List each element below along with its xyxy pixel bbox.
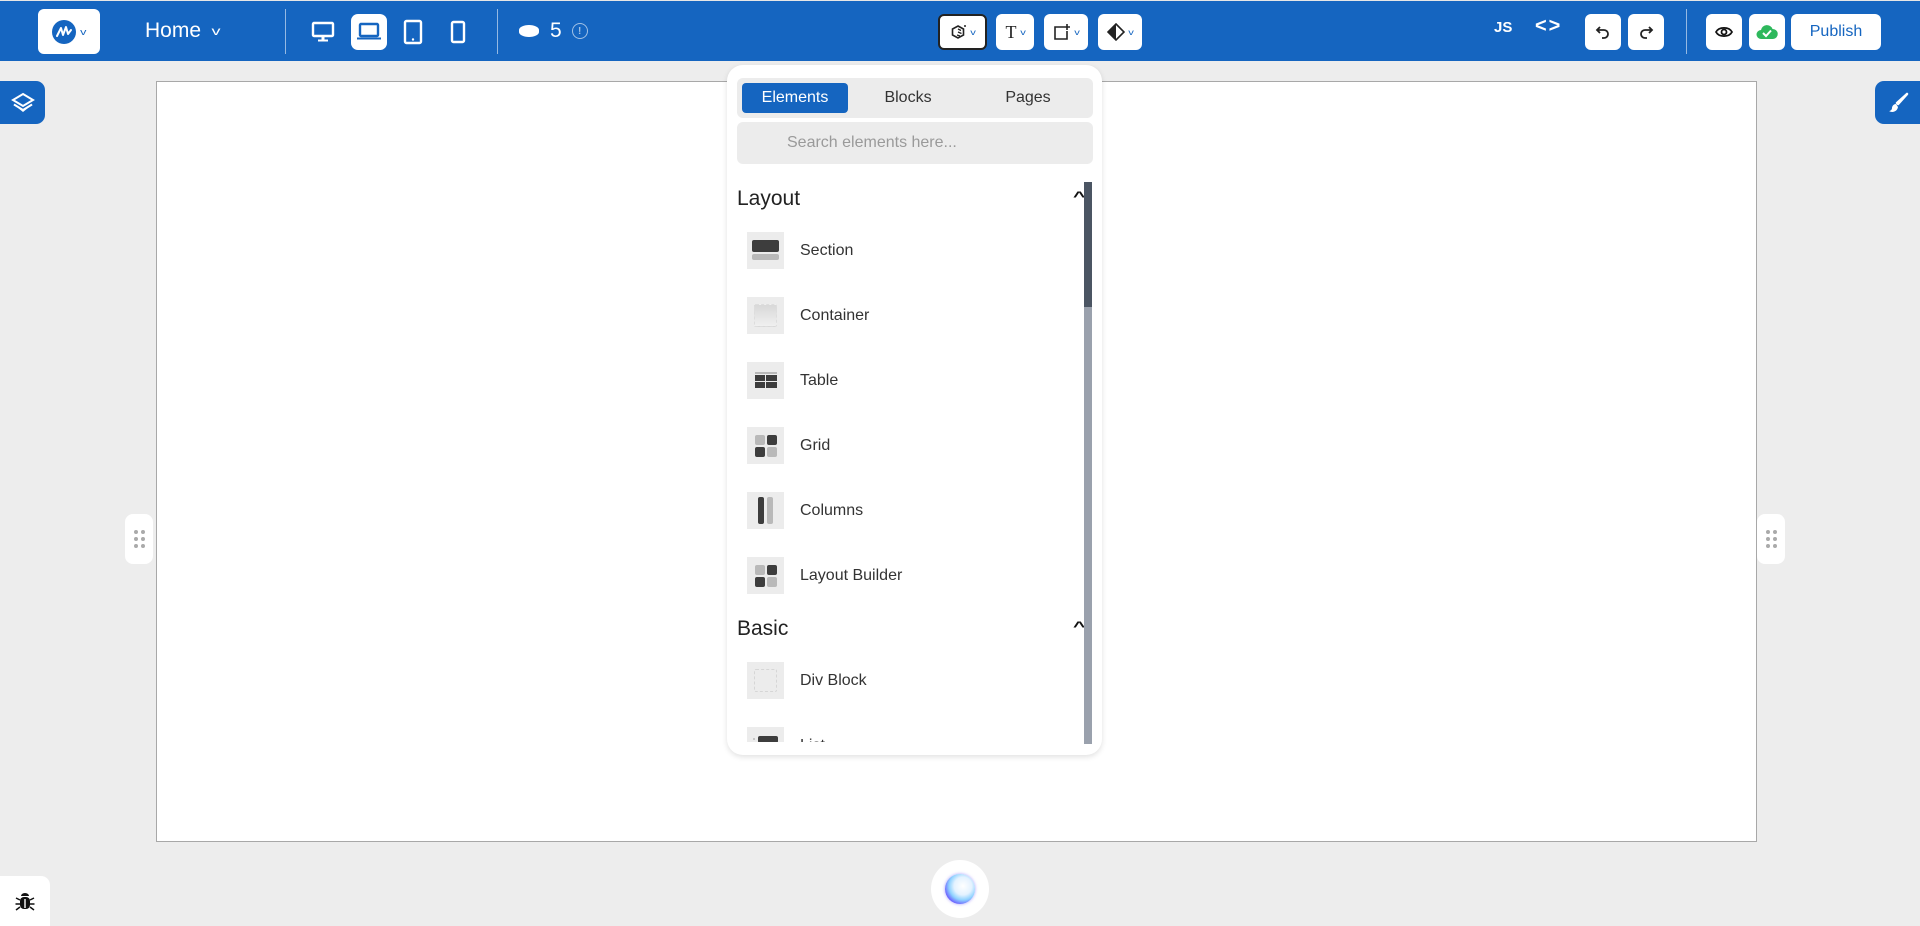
undo-button[interactable] <box>1585 14 1621 50</box>
element-item-columns[interactable]: Columns <box>737 478 1093 543</box>
ai-assistant-button[interactable] <box>931 860 989 918</box>
divider <box>497 9 498 54</box>
tab-blocks[interactable]: Blocks <box>848 83 968 113</box>
page-selector[interactable]: Home v <box>145 15 221 47</box>
element-item-layout-builder[interactable]: Layout Builder <box>737 543 1093 608</box>
divider <box>285 9 286 54</box>
div-block-icon <box>747 662 784 699</box>
element-label: Layout Builder <box>800 566 903 584</box>
tab-elements[interactable]: Elements <box>742 83 848 113</box>
element-item-div-block[interactable]: Div Block <box>737 648 1093 713</box>
bug-icon <box>15 893 35 911</box>
ai-assistant-orb-icon <box>945 874 975 904</box>
scrollbar-thumb[interactable] <box>1084 182 1092 307</box>
brand-logo-icon <box>52 19 77 44</box>
device-laptop-button[interactable] <box>351 14 387 50</box>
table-icon <box>747 362 784 399</box>
desktop-icon <box>311 21 335 42</box>
chevron-down-icon: v <box>1074 27 1080 37</box>
device-desktop-button[interactable] <box>305 14 341 50</box>
add-elements-tool-button[interactable]: v <box>938 14 987 50</box>
debug-button[interactable] <box>0 876 50 926</box>
js-label: JS <box>1494 19 1513 36</box>
contrast-icon <box>1107 23 1125 41</box>
list-icon <box>747 727 784 742</box>
top-toolbar: v Home v 5 ! v T v v v JS <> Publish <box>0 0 1920 61</box>
element-label: Columns <box>800 501 864 519</box>
element-label: Section <box>800 241 854 259</box>
laptop-icon <box>357 22 381 40</box>
search-elements-input[interactable] <box>737 122 1093 164</box>
layers-icon <box>10 92 35 112</box>
section-basic-header[interactable]: Basic ^ <box>737 610 1093 648</box>
redo-button[interactable] <box>1628 14 1664 50</box>
credits-indicator[interactable]: 5 ! <box>518 15 588 47</box>
chevron-down-icon: v <box>211 24 221 38</box>
layout-builder-icon <box>747 557 784 594</box>
style-panel-button[interactable] <box>1875 81 1920 124</box>
brand-menu-button[interactable]: v <box>38 9 100 54</box>
undo-icon <box>1595 26 1609 39</box>
element-label: List <box>800 737 825 743</box>
publish-label: Publish <box>1809 23 1863 40</box>
cloud-check-icon <box>1756 25 1778 39</box>
layers-panel-button[interactable] <box>0 81 45 124</box>
mobile-icon <box>450 20 466 44</box>
element-item-container[interactable]: Container <box>737 283 1093 348</box>
code-editor-button[interactable]: <> <box>1535 15 1562 38</box>
container-icon <box>747 297 784 334</box>
color-tool-button[interactable]: v <box>1098 14 1142 50</box>
section-title: Layout <box>737 187 801 210</box>
element-item-grid[interactable]: Grid <box>737 413 1093 478</box>
chevron-down-icon: v <box>1128 27 1134 37</box>
save-status-button[interactable] <box>1749 14 1785 50</box>
add-shape-icon <box>1054 24 1070 40</box>
credits-count: 5 <box>550 19 562 42</box>
section-icon <box>747 232 784 269</box>
elements-list: Layout ^ Section Container Table Grid Co… <box>737 180 1093 742</box>
element-label: Div Block <box>800 671 867 689</box>
add-elements-panel: Elements Blocks Pages Layout ^ Section C… <box>727 65 1102 755</box>
chevron-down-icon: v <box>1019 27 1026 37</box>
divider <box>1686 9 1687 54</box>
preview-button[interactable] <box>1706 14 1742 50</box>
device-tablet-button[interactable] <box>395 14 431 50</box>
element-label: Table <box>800 371 839 389</box>
redo-icon <box>1640 26 1654 39</box>
section-layout-header[interactable]: Layout ^ <box>737 180 1093 218</box>
eye-icon <box>1715 26 1733 38</box>
section-title: Basic <box>737 617 789 640</box>
text-icon: T <box>1005 21 1017 42</box>
chevron-down-icon: v <box>969 27 976 37</box>
panel-scrollbar[interactable] <box>1084 182 1092 744</box>
code-icon: <> <box>1535 15 1563 37</box>
columns-icon <box>747 492 784 529</box>
canvas-resize-handle-left[interactable] <box>125 514 153 564</box>
publish-button[interactable]: Publish <box>1791 14 1881 50</box>
info-icon[interactable]: ! <box>571 23 588 39</box>
grid-icon <box>747 427 784 464</box>
panel-tabs: Elements Blocks Pages <box>737 78 1093 118</box>
element-item-section[interactable]: Section <box>737 218 1093 283</box>
paintbrush-icon <box>1888 92 1908 112</box>
element-label: Grid <box>800 436 831 454</box>
element-label: Container <box>800 306 870 324</box>
add-shape-tool-button[interactable]: v <box>1044 14 1088 50</box>
canvas-resize-handle-right[interactable] <box>1757 514 1785 564</box>
element-item-list[interactable]: List <box>737 713 1093 742</box>
elements-icon <box>951 25 966 39</box>
device-mobile-button[interactable] <box>440 14 476 50</box>
chevron-down-icon: v <box>80 26 87 37</box>
typography-tool-button[interactable]: T v <box>996 14 1034 50</box>
coin-icon <box>519 25 539 37</box>
tab-pages[interactable]: Pages <box>968 83 1088 113</box>
page-selector-label: Home <box>145 19 202 42</box>
element-item-table[interactable]: Table <box>737 348 1093 413</box>
tablet-icon <box>403 19 423 45</box>
custom-js-button[interactable]: JS <box>1494 19 1512 36</box>
